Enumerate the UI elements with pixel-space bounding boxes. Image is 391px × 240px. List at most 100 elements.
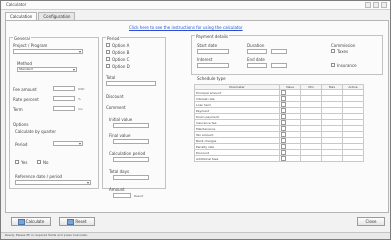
- option-a-label: Option A: [112, 43, 130, 48]
- payment-details-title: Payment details: [195, 34, 230, 39]
- insurance-checkbox[interactable]: [331, 63, 335, 67]
- duration-label: Duration: [247, 43, 265, 48]
- row-checkbox-cell[interactable]: [279, 155, 301, 162]
- row-checkbox[interactable]: [281, 126, 286, 131]
- option-d-radio[interactable]: [106, 64, 110, 68]
- period-group-title: Period: [106, 36, 121, 41]
- fee-amount-label: Fee amount: [13, 87, 37, 92]
- end-date-label: End date: [247, 57, 265, 62]
- interest-label: Interest: [197, 57, 213, 62]
- tab-calculation[interactable]: Calculation: [5, 12, 38, 20]
- row-checkbox[interactable]: [281, 114, 286, 119]
- fee-unit: USD: [78, 87, 85, 91]
- calculator-window: Calculator Calculation Configuration Cli…: [0, 0, 391, 240]
- row-checkbox[interactable]: [281, 156, 286, 161]
- option-b-radio[interactable]: [106, 50, 110, 54]
- minimize-icon[interactable]: [365, 2, 371, 8]
- start-date-label: Start date: [197, 43, 218, 48]
- option-d-label: Option D: [112, 64, 130, 69]
- yes-label: Yes: [21, 160, 28, 165]
- maximize-icon[interactable]: [373, 2, 379, 8]
- status-text: Ready. Please fill in required fields an…: [5, 233, 88, 237]
- row-value-cell[interactable]: [342, 155, 364, 162]
- row-checkbox[interactable]: [281, 96, 286, 101]
- row-checkbox[interactable]: [281, 102, 286, 107]
- row-checkbox[interactable]: [281, 132, 286, 137]
- row-checkbox[interactable]: [281, 138, 286, 143]
- close-button[interactable]: Close: [357, 217, 385, 226]
- yes-checkbox[interactable]: [15, 160, 19, 164]
- term-input[interactable]: [53, 106, 75, 111]
- calculate-button[interactable]: Calculate: [11, 217, 51, 226]
- rate-unit: %: [78, 97, 81, 101]
- term-unit: mo: [78, 107, 83, 111]
- options-label: Options: [13, 122, 29, 127]
- window-controls: [365, 2, 387, 8]
- calculator-icon: [17, 219, 25, 225]
- project-label: Project / Program: [13, 43, 48, 48]
- total-input[interactable]: [106, 81, 156, 86]
- calc-period-label: Calculation period: [109, 151, 146, 156]
- taxes-checkbox[interactable]: [331, 49, 335, 53]
- end-date-unit-input[interactable]: [271, 63, 287, 68]
- general-group-title: General: [13, 36, 31, 41]
- option-a-radio[interactable]: [106, 43, 110, 47]
- row-value-cell[interactable]: [321, 155, 343, 162]
- tab-configuration[interactable]: Configuration: [38, 12, 76, 20]
- no-checkbox[interactable]: [37, 160, 41, 164]
- calc-period-input[interactable]: [113, 157, 149, 162]
- amount-input[interactable]: [113, 193, 131, 198]
- close-label: Close: [365, 219, 377, 224]
- status-bar: Ready. Please fill in required fields an…: [1, 232, 390, 239]
- fee-amount-input[interactable]: [53, 86, 75, 91]
- option-b-label: Option B: [112, 50, 130, 55]
- term-label: Term: [13, 107, 23, 112]
- schedule-type-label: Schedule type: [197, 76, 226, 81]
- start-date-input[interactable]: [197, 49, 229, 54]
- total-days-input[interactable]: [113, 175, 149, 180]
- general-group: General: [9, 36, 99, 189]
- initial-value-input[interactable]: [113, 123, 149, 128]
- period-label: Period: [15, 142, 28, 147]
- rate-input[interactable]: [53, 96, 75, 101]
- row-label: Additional fees: [194, 155, 280, 162]
- close-icon[interactable]: [381, 2, 387, 8]
- final-value-input[interactable]: [113, 139, 149, 144]
- window-title: Calculator: [6, 2, 27, 7]
- interest-input[interactable]: [197, 63, 229, 68]
- reference-date-label: Reference date / period: [15, 174, 63, 179]
- result-label: Result: [134, 194, 144, 198]
- end-date-input[interactable]: [247, 63, 267, 68]
- reference-date-select[interactable]: [15, 180, 91, 185]
- row-checkbox[interactable]: [281, 90, 286, 95]
- calculate-label: Calculate: [25, 219, 45, 224]
- reset-button[interactable]: Reset: [59, 217, 95, 226]
- method-select[interactable]: Standard: [17, 67, 77, 72]
- option-c-radio[interactable]: [106, 57, 110, 61]
- title-bar: Calculator: [1, 1, 390, 10]
- instructions-link[interactable]: Click here to see the instructions for u…: [129, 25, 243, 30]
- comment-label: Comment: [106, 105, 126, 110]
- table-row: Additional fees: [194, 155, 364, 162]
- payment-details-group: Payment details: [191, 34, 383, 75]
- row-checkbox[interactable]: [281, 108, 286, 113]
- row-value-cell[interactable]: [300, 155, 322, 162]
- project-select[interactable]: [13, 49, 83, 54]
- reset-icon: [67, 219, 75, 225]
- method-label: Method: [17, 61, 33, 66]
- row-checkbox[interactable]: [281, 144, 286, 149]
- total-days-label: Total days: [109, 169, 130, 174]
- final-value-label: Final value: [109, 133, 131, 138]
- duration-input[interactable]: [247, 49, 267, 54]
- taxes-label: Taxes: [337, 49, 349, 54]
- period-select[interactable]: [53, 141, 83, 146]
- row-checkbox[interactable]: [281, 150, 286, 155]
- row-checkbox[interactable]: [281, 120, 286, 125]
- duration-unit-input[interactable]: [271, 49, 287, 54]
- discount-label: Discount: [106, 94, 124, 99]
- commission-label: Commission: [331, 43, 356, 48]
- parameters-table: Parameter Value Min Max Active Principal…: [194, 84, 364, 162]
- calc-by-quarter-label: Calculate by quarter: [15, 129, 56, 134]
- total-label: Total: [106, 75, 116, 80]
- amount-label: Amount: [109, 187, 125, 192]
